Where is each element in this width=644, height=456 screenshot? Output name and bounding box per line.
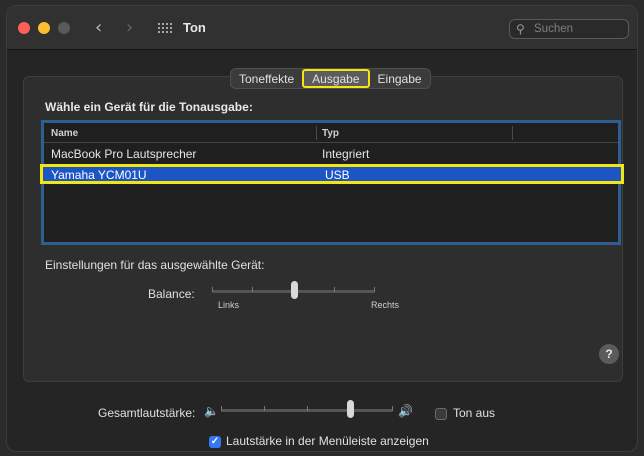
grid-icon[interactable] bbox=[158, 23, 172, 33]
slider-tick bbox=[374, 287, 375, 292]
close-window-button[interactable] bbox=[18, 22, 30, 34]
tab-bar: Toneffekte Ausgabe Eingabe bbox=[230, 68, 431, 89]
menubar-volume-label: Lautstärke in der Menüleiste anzeigen bbox=[226, 434, 429, 448]
slider-tick bbox=[252, 287, 253, 292]
chevron-right-icon[interactable]: › bbox=[126, 17, 133, 38]
device-type: Integriert bbox=[322, 147, 370, 161]
device-type: USB bbox=[325, 168, 350, 182]
zoom-window-button[interactable] bbox=[58, 22, 70, 34]
device-table[interactable]: Name Typ MacBook Pro Lautsprecher Integr… bbox=[40, 120, 624, 245]
column-divider bbox=[512, 126, 513, 140]
table-header: Name Typ bbox=[44, 123, 618, 143]
balance-label: Balance: bbox=[148, 287, 195, 301]
slider-tick bbox=[264, 406, 265, 411]
column-header-name[interactable]: Name bbox=[51, 128, 78, 139]
balance-right-label: Rechts bbox=[371, 300, 400, 310]
device-name: Yamaha YCM01U bbox=[51, 168, 147, 182]
slider-tick bbox=[212, 287, 213, 292]
magnifier-icon: ⚲ bbox=[516, 22, 525, 36]
help-button[interactable]: ? bbox=[599, 344, 619, 364]
volume-label: Gesamtlautstärke: bbox=[98, 406, 196, 420]
balance-slider-knob[interactable] bbox=[290, 281, 298, 299]
chevron-left-icon[interactable]: ‹ bbox=[95, 17, 102, 38]
balance-left-label: Links bbox=[218, 300, 240, 310]
volume-slider-knob[interactable] bbox=[347, 400, 354, 418]
titlebar: ‹ › Ton ⚲ Suchen bbox=[7, 6, 637, 50]
tab-ausgabe[interactable]: Ausgabe bbox=[302, 69, 370, 88]
column-divider bbox=[316, 126, 317, 140]
minimize-window-button[interactable] bbox=[38, 22, 50, 34]
slider-tick bbox=[221, 406, 222, 411]
section-title: Wähle ein Gerät für die Tonausgabe: bbox=[45, 100, 253, 114]
preferences-window: ‹ › Ton ⚲ Suchen Toneffekte Ausgabe Eing… bbox=[6, 5, 638, 452]
tab-eingabe[interactable]: Eingabe bbox=[370, 69, 430, 88]
mute-checkbox[interactable] bbox=[435, 408, 447, 420]
search-placeholder: Suchen bbox=[534, 23, 574, 35]
device-settings-label: Einstellungen für das ausgewählte Gerät: bbox=[45, 258, 265, 272]
mute-label: Ton aus bbox=[453, 406, 496, 420]
window-title: Ton bbox=[183, 20, 206, 35]
slider-tick bbox=[334, 287, 335, 292]
speaker-high-icon: 🔊 bbox=[398, 404, 413, 418]
search-field[interactable]: ⚲ Suchen bbox=[509, 19, 629, 39]
column-header-typ[interactable]: Typ bbox=[322, 128, 339, 139]
device-name: MacBook Pro Lautsprecher bbox=[51, 147, 197, 161]
slider-tick bbox=[307, 406, 308, 411]
table-row-selected[interactable]: Yamaha YCM01U USB bbox=[40, 164, 624, 184]
table-row[interactable]: MacBook Pro Lautsprecher Integriert bbox=[44, 146, 618, 162]
menubar-volume-checkbox[interactable]: ✓ bbox=[209, 436, 221, 448]
tab-toneffekte[interactable]: Toneffekte bbox=[231, 69, 302, 88]
speaker-low-icon: 🔈 bbox=[204, 404, 219, 418]
slider-tick bbox=[392, 406, 393, 411]
